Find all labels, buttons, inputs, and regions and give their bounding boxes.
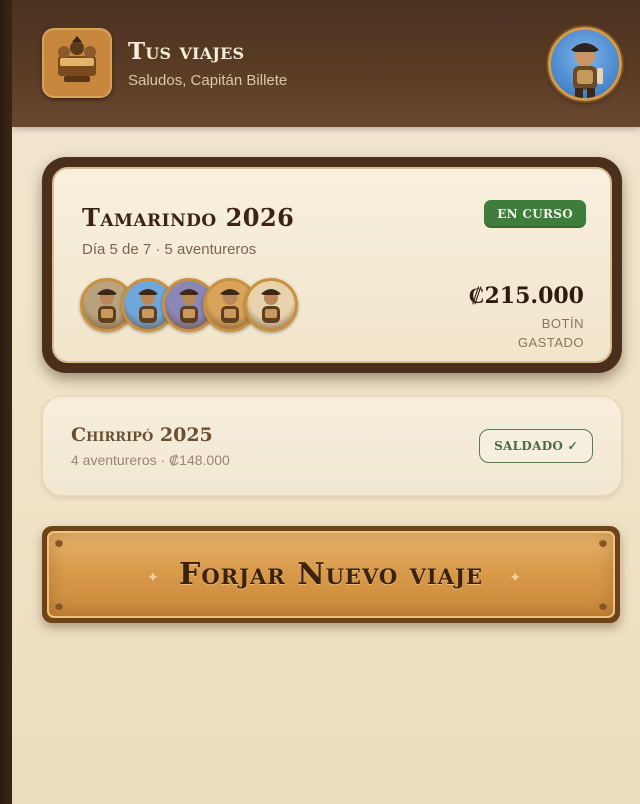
settled-trip-card[interactable]: Chirripó 2025 4 aventureros · ₡148.000 S… [42, 396, 622, 496]
greeting-subtitle: Saludos, Capitán Billete [128, 72, 288, 89]
user-avatar[interactable] [548, 27, 622, 101]
trip-meta: 4 aventureros · ₡148.000 [71, 452, 230, 468]
app-header: Tus viajes Saludos, Capitán Billete [12, 0, 640, 127]
spent-label-line2: GASTADO [517, 335, 584, 350]
forge-button-face: ✦ ✦ Forjar Nuevo viaje [47, 531, 615, 618]
forge-new-trip-button[interactable]: ✦ ✦ Forjar Nuevo viaje [42, 526, 620, 623]
spent-label: BOTÍN GASTADO [494, 314, 584, 352]
status-badge: EN CURSO [484, 200, 586, 228]
trip-title: Chirripó 2025 [71, 424, 213, 446]
active-trip-card[interactable]: Tamarindo 2026 EN CURSO Día 5 de 7 · 5 a… [42, 157, 622, 373]
crew-member-avatar [244, 278, 298, 332]
trip-meta: Día 5 de 7 · 5 aventureros [82, 241, 257, 258]
pirate-crew-logo-icon[interactable] [42, 28, 112, 98]
status-badge: SALDADO ✓ [479, 429, 593, 463]
crew-avatars [80, 278, 310, 334]
active-trip-panel: Tamarindo 2026 EN CURSO Día 5 de 7 · 5 a… [52, 167, 612, 363]
trip-title: Tamarindo 2026 [82, 203, 295, 232]
pirate-captain-avatar-icon [571, 43, 603, 98]
left-frame-edge [0, 0, 12, 804]
spent-amount: ₡215.000 [468, 283, 584, 309]
page-title: Tus viajes [128, 38, 245, 65]
spent-label-line1: BOTÍN [541, 316, 584, 331]
forge-button-label: Forjar Nuevo viaje [179, 557, 483, 592]
app-screen: Tus viajes Saludos, Capitán Billete Tama… [12, 0, 640, 804]
